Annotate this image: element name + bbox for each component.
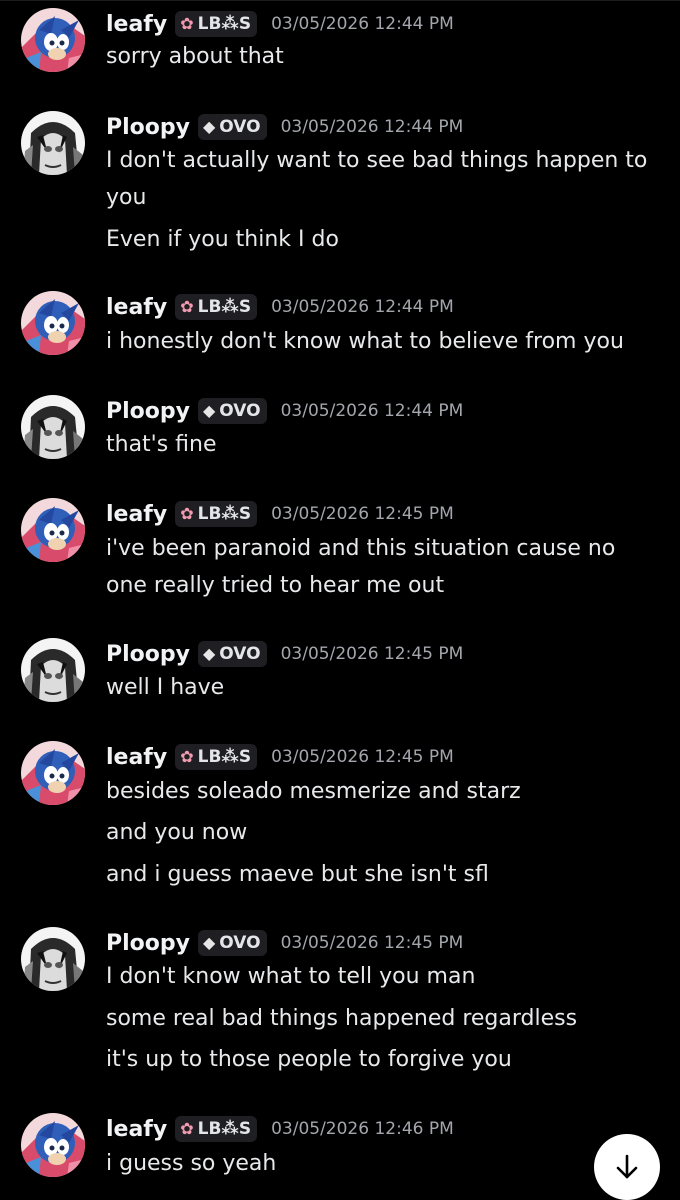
flower-icon: ✿ — [180, 297, 194, 316]
message-header: Ploopy ◆ OVO 03/05/2026 12:45 PM — [106, 927, 463, 959]
server-tag[interactable]: ✿ LB⁂S — [175, 501, 258, 527]
timestamp: 03/05/2026 12:45 PM — [271, 747, 454, 767]
message-text: that's fine — [106, 432, 217, 457]
server-tag[interactable]: ◆ OVO — [197, 641, 267, 667]
message-text: I don't actually want to see bad things … — [106, 148, 648, 173]
avatar-image — [21, 741, 85, 805]
server-tag[interactable]: ✿ LB⁂S — [175, 744, 258, 770]
timestamp: 03/05/2026 12:45 PM — [280, 933, 464, 953]
timestamp: 03/05/2026 12:44 PM — [280, 117, 464, 137]
message-text: sorry about that — [106, 44, 284, 69]
message-header: leafy ✿ LB⁂S 03/05/2026 12:46 PM — [106, 1113, 454, 1145]
timestamp: 03/05/2026 12:46 PM — [271, 1119, 454, 1139]
flower-icon: ✿ — [180, 14, 194, 33]
top-divider — [0, 0, 680, 1]
username[interactable]: leafy — [106, 1117, 167, 1142]
server-tag-label: LB⁂S — [197, 297, 252, 317]
message-header: Ploopy ◆ OVO 03/05/2026 12:44 PM — [106, 111, 463, 143]
avatar-ploopy[interactable] — [21, 927, 85, 991]
server-tag-label: OVO — [219, 401, 261, 421]
flower-icon: ✿ — [180, 504, 194, 523]
server-tag[interactable]: ✿ LB⁂S — [175, 1116, 258, 1142]
server-tag-label: OVO — [219, 117, 261, 137]
timestamp: 03/05/2026 12:44 PM — [280, 401, 464, 421]
server-tag-label: LB⁂S — [197, 504, 252, 524]
avatar-leafy[interactable] — [21, 8, 85, 72]
gem-icon: ◆ — [202, 933, 216, 952]
avatar-leafy[interactable] — [21, 741, 85, 805]
message-text: i've been paranoid and this situation ca… — [106, 536, 616, 561]
username[interactable]: leafy — [106, 745, 167, 770]
message-text: you — [106, 185, 147, 210]
flower-icon: ✿ — [180, 1119, 194, 1138]
message-text: some real bad things happened regardless — [106, 1006, 578, 1031]
message-text: well I have — [106, 675, 225, 700]
timestamp: 03/05/2026 12:44 PM — [271, 14, 454, 34]
avatar-leafy[interactable] — [21, 291, 85, 355]
message-header: leafy ✿ LB⁂S 03/05/2026 12:45 PM — [106, 498, 454, 530]
username[interactable]: Ploopy — [106, 399, 190, 424]
username[interactable]: leafy — [106, 295, 167, 320]
avatar-image — [21, 291, 85, 355]
username[interactable]: Ploopy — [106, 642, 190, 667]
arrow-down-icon — [616, 1154, 638, 1179]
message-text: besides soleado mesmerize and starz — [106, 779, 521, 804]
timestamp: 03/05/2026 12:44 PM — [271, 297, 454, 317]
gem-icon: ◆ — [202, 644, 216, 663]
avatar-image — [21, 8, 85, 72]
message-header: Ploopy ◆ OVO 03/05/2026 12:45 PM — [106, 638, 463, 670]
avatar-image — [21, 927, 85, 991]
server-tag-label: LB⁂S — [197, 1119, 252, 1139]
avatar-ploopy[interactable] — [21, 111, 85, 175]
scroll-to-bottom-button[interactable] — [594, 1134, 660, 1200]
message-header: leafy ✿ LB⁂S 03/05/2026 12:45 PM — [106, 741, 454, 773]
username[interactable]: Ploopy — [106, 931, 190, 956]
message-text: i honestly don't know what to believe fr… — [106, 329, 624, 354]
flower-icon: ✿ — [180, 747, 194, 766]
server-tag[interactable]: ◆ OVO — [197, 930, 267, 956]
message-header: leafy ✿ LB⁂S 03/05/2026 12:44 PM — [106, 8, 454, 40]
username[interactable]: leafy — [106, 12, 167, 37]
gem-icon: ◆ — [202, 117, 216, 136]
message-text: and you now — [106, 820, 248, 845]
message-text: i guess so yeah — [106, 1151, 277, 1176]
message-header: Ploopy ◆ OVO 03/05/2026 12:44 PM — [106, 395, 463, 427]
avatar-leafy[interactable] — [21, 1113, 85, 1177]
server-tag[interactable]: ✿ LB⁂S — [175, 11, 258, 37]
avatar-image — [21, 395, 85, 459]
avatar-image — [21, 1113, 85, 1177]
server-tag[interactable]: ◆ OVO — [197, 114, 267, 140]
timestamp: 03/05/2026 12:45 PM — [271, 504, 454, 524]
avatar-ploopy[interactable] — [21, 638, 85, 702]
server-tag[interactable]: ✿ LB⁂S — [175, 294, 258, 320]
avatar-leafy[interactable] — [21, 498, 85, 562]
avatar-ploopy[interactable] — [21, 395, 85, 459]
message-text: I don't know what to tell you man — [106, 964, 476, 989]
server-tag-label: LB⁂S — [197, 14, 252, 34]
avatar-image — [21, 498, 85, 562]
message-text: and i guess maeve but she isn't sfl — [106, 862, 489, 887]
server-tag-label: OVO — [219, 644, 261, 664]
message-text: it's up to those people to forgive you — [106, 1047, 512, 1072]
server-tag-label: LB⁂S — [197, 747, 252, 767]
timestamp: 03/05/2026 12:45 PM — [280, 644, 464, 664]
gem-icon: ◆ — [202, 401, 216, 420]
server-tag-label: OVO — [219, 933, 261, 953]
avatar-image — [21, 638, 85, 702]
avatar-image — [21, 111, 85, 175]
message-text: one really tried to hear me out — [106, 573, 445, 598]
username[interactable]: leafy — [106, 502, 167, 527]
username[interactable]: Ploopy — [106, 115, 190, 140]
server-tag[interactable]: ◆ OVO — [197, 398, 267, 424]
message-header: leafy ✿ LB⁂S 03/05/2026 12:44 PM — [106, 291, 454, 323]
message-text: Even if you think I do — [106, 227, 339, 252]
